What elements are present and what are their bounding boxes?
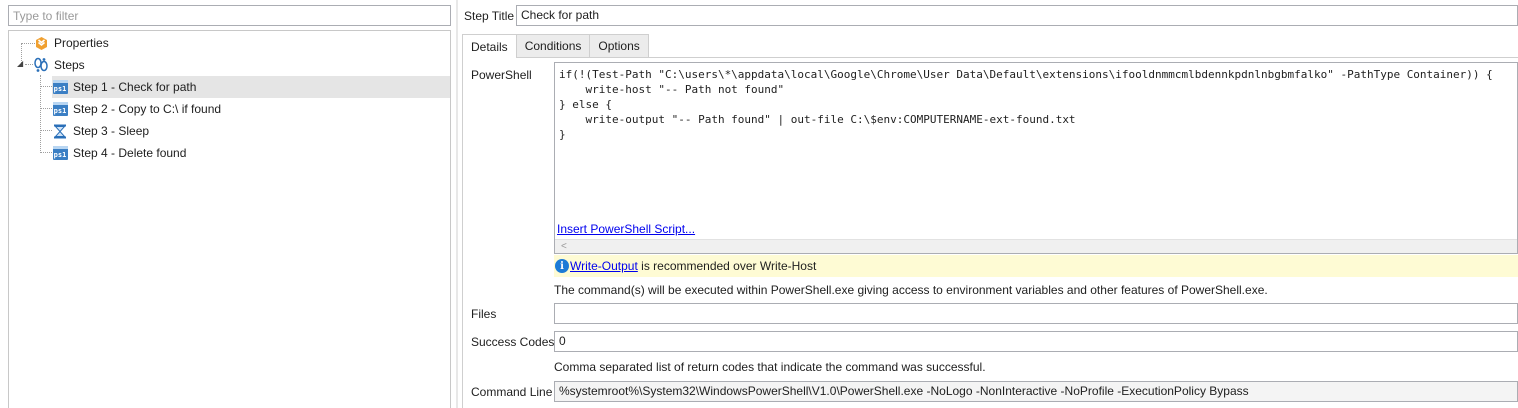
success-codes-description: Comma separated list of return codes tha… <box>554 360 986 374</box>
tab-strip: Details Conditions Options <box>462 34 649 58</box>
collapse-triangle-icon[interactable]: ◢ <box>17 59 26 68</box>
step-title-label: Step Title <box>464 9 515 23</box>
steps-tree: Properties ◢ Steps ps1 Step 1 - Check fo… <box>8 30 451 408</box>
insert-powershell-script-link[interactable]: Insert PowerShell Script... <box>557 222 695 236</box>
tree-item-label: Step 3 - Sleep <box>73 124 150 138</box>
powershell-description: The command(s) will be executed within P… <box>554 283 1268 297</box>
tree-item-label: Step 4 - Delete found <box>73 146 187 160</box>
tree-item-step-2[interactable]: ps1 Step 2 - Copy to C:\ if found <box>52 98 221 120</box>
steps-footprints-icon <box>33 57 49 73</box>
tree-item-label: Properties <box>54 36 109 50</box>
powershell-icon: ps1 <box>52 145 68 161</box>
tree-item-step-4[interactable]: ps1 Step 4 - Delete found <box>52 142 186 164</box>
tab-options[interactable]: Options <box>589 34 649 57</box>
tree-item-label: Step 2 - Copy to C:\ if found <box>73 102 222 116</box>
powershell-icon: ps1 <box>52 79 68 95</box>
filter-input[interactable] <box>8 5 451 26</box>
powershell-script-text[interactable]: if(!(Test-Path "C:\users\*\appdata\local… <box>559 67 1493 142</box>
powershell-icon: ps1 <box>52 101 68 117</box>
left-pane: Properties ◢ Steps ps1 Step 1 - Check fo… <box>0 0 458 408</box>
step-title-input[interactable]: Check for path <box>516 5 1518 26</box>
info-banner: i Write-Output is recommended over Write… <box>554 255 1518 277</box>
write-output-link[interactable]: Write-Output <box>570 259 638 273</box>
files-input[interactable] <box>554 303 1518 324</box>
settings-properties-icon <box>33 35 49 51</box>
files-label: Files <box>471 307 497 321</box>
info-text: is recommended over Write-Host <box>637 259 817 273</box>
command-line-label: Command Line <box>471 385 553 399</box>
scroll-left-arrow-icon[interactable]: < <box>561 240 567 254</box>
tree-item-properties[interactable]: Properties <box>33 32 109 54</box>
tree-item-step-3[interactable]: Step 3 - Sleep <box>52 120 149 142</box>
tree-item-step-1[interactable]: ps1 Step 1 - Check for path <box>52 76 450 98</box>
hourglass-icon <box>52 123 68 139</box>
powershell-script-editor[interactable]: if(!(Test-Path "C:\users\*\appdata\local… <box>554 62 1518 254</box>
info-icon: i <box>555 259 569 273</box>
horizontal-scrollbar[interactable]: < <box>555 239 1517 253</box>
tab-details[interactable]: Details <box>462 34 517 58</box>
powershell-label: PowerShell <box>471 68 532 82</box>
success-codes-label: Success Codes <box>471 335 555 349</box>
success-codes-input[interactable]: 0 <box>554 331 1518 352</box>
tree-item-label: Steps <box>54 58 85 72</box>
step-details-pane: Step Title Check for path Details Condit… <box>458 0 1518 408</box>
command-line-input[interactable]: %systemroot%\System32\WindowsPowerShell\… <box>554 381 1518 402</box>
tree-item-steps[interactable]: Steps <box>33 54 85 76</box>
tab-conditions[interactable]: Conditions <box>515 34 591 57</box>
tree-item-label: Step 1 - Check for path <box>73 80 197 94</box>
